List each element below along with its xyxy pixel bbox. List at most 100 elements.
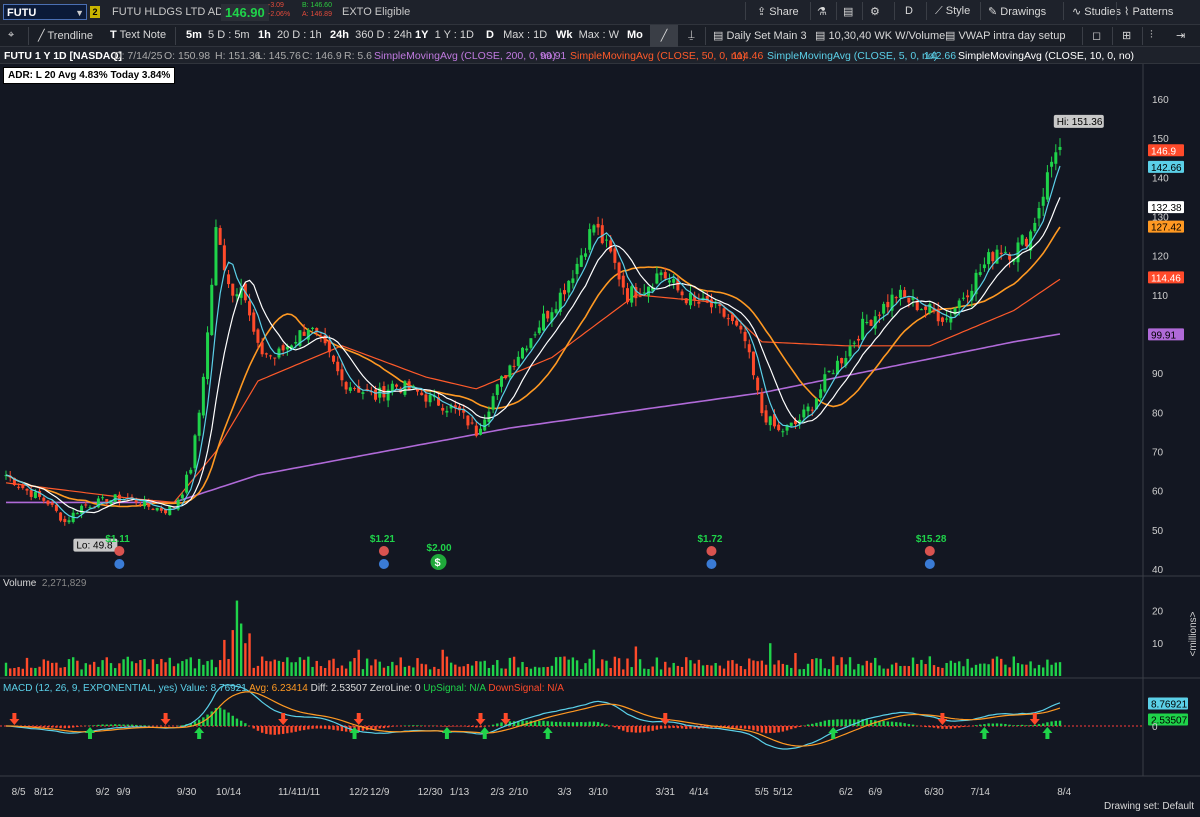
- sma200-path: [6, 333, 1061, 504]
- candle-body: [827, 370, 831, 372]
- volume-bar: [193, 668, 197, 676]
- macd-hist-bar: [815, 722, 818, 726]
- clipboard-icon: ▤: [815, 30, 826, 42]
- gear-icon[interactable]: ⚙: [870, 5, 880, 18]
- macd-hist-bar: [853, 719, 856, 726]
- studies-button[interactable]: ∿ Studies: [1072, 5, 1121, 18]
- volume-bar: [1012, 656, 1016, 676]
- macd-hist-bar: [1029, 725, 1032, 726]
- drawings-button[interactable]: ✎ Drawings: [988, 5, 1046, 18]
- volume-bar: [550, 665, 554, 676]
- chevron-down-icon[interactable]: ▼: [75, 5, 84, 21]
- price-axis[interactable]: 405060708090100110120130140150160146.914…: [1148, 95, 1184, 576]
- volume-bar: [601, 659, 604, 676]
- sma10-label[interactable]: SimpleMovingAvg (CLOSE, 10, 0, no): [958, 50, 1134, 62]
- volume-bar: [815, 658, 818, 676]
- price-tick-label: 140: [1152, 173, 1169, 184]
- candle-body: [961, 297, 965, 299]
- volume-bar: [470, 665, 474, 676]
- volume-bar: [197, 658, 201, 676]
- study-set-1-button[interactable]: ▤ Daily Set Main 3: [713, 29, 807, 42]
- macd-hist-bar: [605, 724, 608, 726]
- grid-layout-icon[interactable]: ⊞: [1122, 29, 1131, 42]
- line-tool-icon[interactable]: ╱: [650, 25, 678, 47]
- volume-bar: [50, 662, 54, 676]
- volume-bar: [983, 663, 986, 676]
- period-button[interactable]: D: [905, 5, 913, 17]
- macd-name[interactable]: MACD (12, 26, 9, EXPONENTIAL, yes): [3, 683, 178, 694]
- candle-body: [529, 338, 533, 348]
- tf-1y-button[interactable]: 1Y 1 Y : 1D: [415, 29, 474, 41]
- volume-bar: [1037, 664, 1041, 676]
- macd-zero-label: 0: [1152, 722, 1158, 733]
- volume-bar: [512, 656, 516, 676]
- study-set-3-button[interactable]: ▤ VWAP intra day setup: [945, 29, 1065, 42]
- ask-price: A: 146.89: [302, 11, 332, 18]
- volume-bar: [340, 665, 344, 676]
- style-button[interactable]: ⟋ Style: [935, 5, 970, 18]
- scale-icon[interactable]: ⍊: [688, 29, 695, 42]
- time-tick-label: 3/31: [656, 787, 676, 798]
- candle-body: [537, 327, 541, 334]
- macd-hist-bar: [785, 726, 789, 731]
- drawing-set[interactable]: Drawing set: Default: [1104, 801, 1194, 812]
- time-tick-label: 7/14: [970, 787, 990, 798]
- time-axis[interactable]: 8/5 8/12 9/2 9/9 9/30 10/14 11/4 11/11 12/2 12/9 1…: [12, 787, 1072, 798]
- candle-body: [474, 425, 478, 436]
- tf-max-1d-button[interactable]: D Max : 1D: [486, 29, 547, 41]
- volume-bar: [953, 662, 957, 676]
- volume-bar: [151, 659, 155, 676]
- volume-bar: [122, 659, 125, 676]
- clipboard-icon[interactable]: ▤: [843, 5, 853, 18]
- last-price: 146.90: [221, 4, 269, 21]
- candle-body: [1003, 251, 1007, 253]
- candle-body: [663, 272, 667, 279]
- volume-bar: [874, 657, 877, 676]
- volume-bar: [890, 664, 894, 676]
- macd-hist-bar: [319, 726, 323, 729]
- crosshair-icon[interactable]: ⌖: [8, 29, 14, 42]
- study-set-2-button[interactable]: ▤ 10,30,40 WK W/Volume: [815, 29, 945, 42]
- volume-bar: [428, 669, 432, 676]
- symbol-input[interactable]: FUTU ▼: [3, 4, 87, 20]
- candle-body: [688, 292, 692, 306]
- price-chart[interactable]: Hi: 151.36Lo: 49.8$1.11 $1.21$2.00$$1.72 $…: [0, 64, 1200, 817]
- volume-bar: [676, 665, 680, 676]
- up-arrow-icon: [479, 727, 490, 739]
- candle-body: [348, 387, 352, 391]
- tf-max-w-button[interactable]: Wk Max : W: [556, 29, 619, 41]
- macd-hist-bar: [924, 726, 927, 728]
- volume-bars: [4, 600, 1062, 676]
- candle-body: [592, 225, 596, 233]
- sma200-label[interactable]: SimpleMovingAvg (CLOSE, 200, 0, no): [374, 50, 556, 62]
- macd-hist-bar: [231, 715, 234, 726]
- volume-bar: [487, 667, 491, 676]
- tf-360d-button[interactable]: 24h 360 D : 24h: [330, 29, 412, 41]
- volume-bar: [424, 664, 428, 676]
- flask-icon[interactable]: ⚗: [817, 5, 827, 18]
- candle-body: [1045, 172, 1049, 200]
- candle-body: [722, 308, 726, 317]
- collapse-icon[interactable]: ⇥: [1176, 29, 1185, 42]
- candle-body: [222, 245, 226, 271]
- macd-hist-bar: [668, 726, 671, 729]
- volume-bar: [80, 669, 83, 676]
- link-badge[interactable]: 2: [90, 6, 100, 18]
- tf-5d-button[interactable]: 5m 5 D : 5m: [186, 29, 250, 41]
- candle-body: [604, 239, 608, 241]
- patterns-button[interactable]: ⌇ Patterns: [1124, 5, 1173, 18]
- all-icon[interactable]: ⫶: [1150, 29, 1153, 42]
- tf-20d-button[interactable]: 1h 20 D : 1h: [258, 29, 322, 41]
- trendline-button[interactable]: ╱ Trendline: [38, 29, 93, 42]
- text-note-button[interactable]: T Text Note: [110, 29, 166, 41]
- share-button[interactable]: ⇪ Share: [757, 5, 799, 18]
- macd-hist-bar: [563, 722, 566, 726]
- candle-body: [273, 357, 277, 359]
- tf-mo-button[interactable]: Mo: [627, 29, 643, 41]
- candle-body: [869, 319, 873, 326]
- time-tick-label: 12/9: [370, 787, 390, 798]
- volume-bar: [655, 657, 659, 676]
- maximize-icon[interactable]: ◻: [1092, 29, 1101, 42]
- sma5-label[interactable]: SimpleMovingAvg (CLOSE, 5, 0, no): [767, 50, 937, 62]
- sma50-label[interactable]: SimpleMovingAvg (CLOSE, 50, 0, no): [570, 50, 746, 62]
